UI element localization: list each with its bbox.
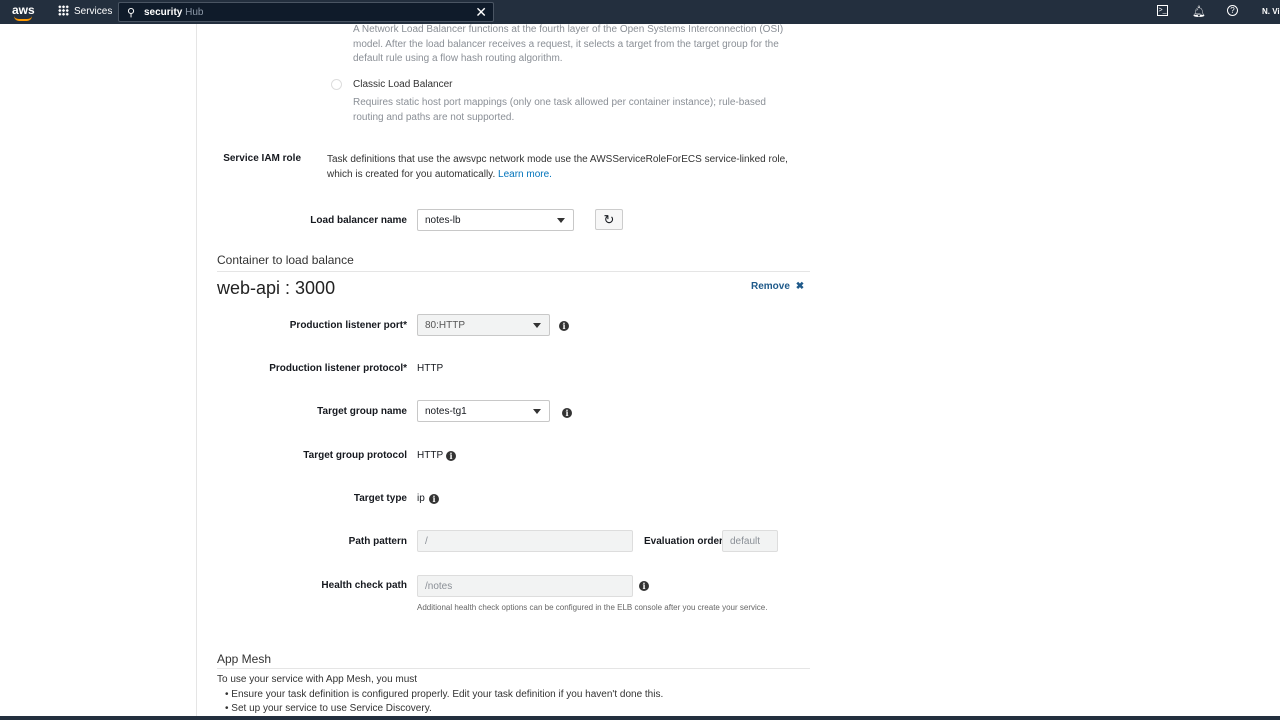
search-suggestion: Hub xyxy=(182,7,204,18)
remove-label: Remove xyxy=(751,281,790,292)
services-label: Services xyxy=(74,6,113,17)
grid-icon xyxy=(58,5,69,16)
target-type-label: Target type xyxy=(353,493,407,504)
app-mesh-bullet: Ensure your task definition is configure… xyxy=(231,688,664,700)
search-input[interactable]: ⚲ security Hub ✕ xyxy=(118,2,494,22)
refresh-button[interactable]: ↻ xyxy=(595,209,623,230)
refresh-icon: ↻ xyxy=(603,212,615,227)
app-mesh-intro: To use your service with App Mesh, you m… xyxy=(217,674,418,685)
health-check-input[interactable]: /notes xyxy=(417,575,633,597)
nlb-description: A Network Load Balancer functions at the… xyxy=(353,23,783,67)
cloudshell-icon[interactable]: >_ xyxy=(1157,5,1168,16)
bottom-bar xyxy=(0,716,1280,720)
health-check-note: Additional health check options can be c… xyxy=(417,603,768,612)
info-icon[interactable]: i xyxy=(559,321,569,331)
path-pattern-label: Path pattern xyxy=(348,536,407,547)
info-icon[interactable]: i xyxy=(639,581,649,591)
divider xyxy=(196,24,197,720)
info-icon[interactable]: i xyxy=(429,494,439,504)
info-icon[interactable]: i xyxy=(446,451,456,461)
text-line: which is created for you automatically. xyxy=(327,169,499,180)
app-mesh-title: App Mesh xyxy=(217,652,272,666)
text-line: routing and paths are not supported. xyxy=(353,111,515,123)
search-icon: ⚲ xyxy=(127,7,136,19)
text-line: Task definitions that use the awsvpc net… xyxy=(327,154,788,165)
text-line: default rule using a flow hash routing a… xyxy=(353,53,563,64)
evaluation-order-label: Evaluation order xyxy=(644,536,723,547)
classic-lb-radio[interactable] xyxy=(331,79,342,90)
evaluation-order-input[interactable]: default xyxy=(722,530,778,552)
listener-port-select[interactable]: 80:HTTP xyxy=(417,314,550,336)
classic-lb-label[interactable]: Classic Load Balancer xyxy=(353,79,453,90)
info-icon[interactable]: i xyxy=(562,408,572,418)
target-type-value: ip xyxy=(417,493,425,504)
text-line: A Network Load Balancer functions at the… xyxy=(353,24,784,35)
container-title: web-api : 3000 xyxy=(217,278,336,298)
classic-lb-description: Requires static host port mappings (only… xyxy=(353,96,766,125)
iam-role-label: Service IAM role xyxy=(223,153,301,164)
search-typed: security xyxy=(144,7,183,18)
lb-name-label: Load balancer name xyxy=(310,215,407,226)
text-line: model. After the load balancer receives … xyxy=(353,38,779,50)
bell-icon[interactable]: 🔔︎ xyxy=(1192,5,1206,18)
clear-search-icon[interactable]: ✕ xyxy=(475,4,487,21)
iam-role-text: Task definitions that use the awsvpc net… xyxy=(327,152,788,182)
divider xyxy=(217,271,810,272)
app-mesh-text: To use your service with App Mesh, you m… xyxy=(217,674,664,714)
app-mesh-bullet: Set up your service to use Service Disco… xyxy=(231,703,432,714)
health-check-label: Health check path xyxy=(321,580,407,591)
services-menu[interactable]: Services xyxy=(58,5,112,17)
search-text: security Hub xyxy=(144,7,203,18)
target-group-select[interactable]: notes-tg1 xyxy=(417,400,550,422)
text-line: Requires static host port mappings (only… xyxy=(353,97,766,108)
container-section-title: Container to load balance xyxy=(217,253,354,267)
listener-port-label: Production listener port* xyxy=(289,320,407,331)
listener-protocol-value: HTTP xyxy=(417,363,444,374)
listener-protocol-label: Production listener protocol* xyxy=(269,363,407,374)
path-pattern-input[interactable]: / xyxy=(417,530,633,552)
help-icon[interactable]: ? xyxy=(1227,5,1238,16)
tg-protocol-value: HTTP xyxy=(417,450,444,461)
close-icon: ✖ xyxy=(795,281,805,292)
target-group-label: Target group name xyxy=(317,406,407,417)
learn-more-link[interactable]: Learn more. xyxy=(498,169,552,180)
top-nav-bar: aws Services ⚲ security Hub ✕ >_ 🔔︎ ? N.… xyxy=(0,0,1280,24)
divider xyxy=(217,668,810,669)
remove-button[interactable]: Remove ✖ xyxy=(751,281,804,292)
tg-protocol-label: Target group protocol xyxy=(303,450,407,461)
lb-name-select[interactable]: notes-lb xyxy=(417,209,574,231)
user-menu[interactable]: N. Vi xyxy=(1262,7,1280,16)
aws-logo[interactable]: aws xyxy=(12,3,35,21)
